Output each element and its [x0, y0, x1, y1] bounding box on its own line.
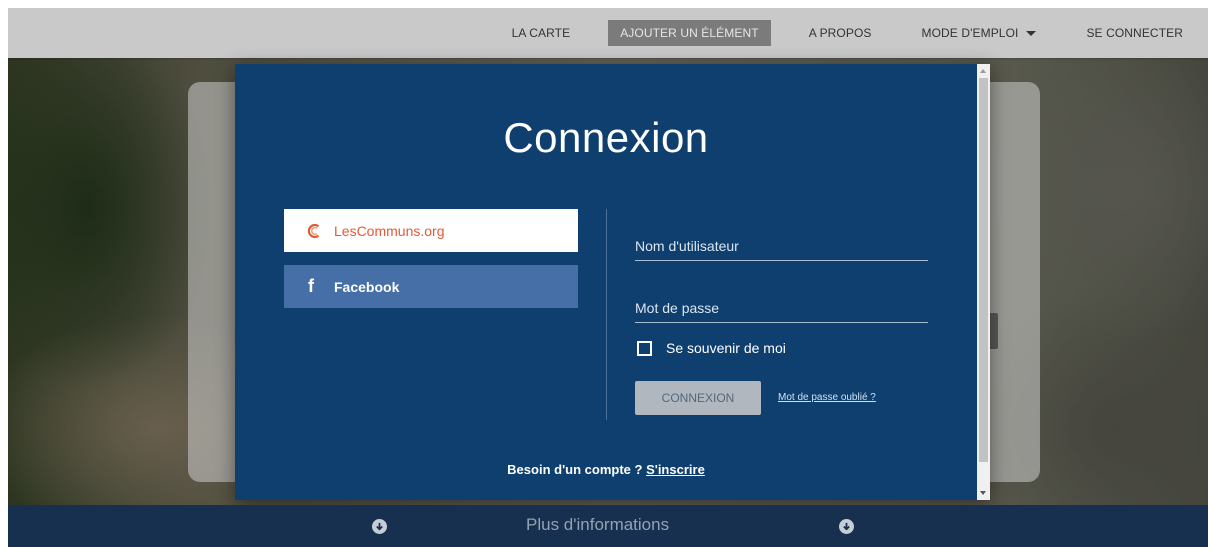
nav-item-a-propos[interactable]: A PROPOS: [797, 20, 884, 46]
arrow-down-circle-icon[interactable]: [839, 519, 854, 534]
top-navigation: LA CARTE AJOUTER UN ÉLÉMENT A PROPOS MOD…: [8, 8, 1208, 58]
nav-item-la-carte[interactable]: LA CARTE: [500, 20, 583, 46]
remember-me-checkbox[interactable]: [637, 340, 652, 356]
lescommuns-logo-icon: [307, 223, 320, 238]
arrow-down-circle-icon[interactable]: [372, 519, 387, 534]
scroll-down-arrow-icon[interactable]: [980, 491, 986, 495]
connexion-submit-button[interactable]: CONNEXION: [635, 381, 761, 415]
username-field-wrapper: [635, 232, 928, 261]
nav-label: SE CONNECTER: [1086, 26, 1183, 40]
signup-link[interactable]: S'inscrire: [646, 462, 705, 477]
password-field-wrapper: [635, 294, 928, 323]
more-info-label: Plus d'informations: [526, 515, 670, 534]
facebook-login-button[interactable]: f Facebook: [284, 265, 578, 308]
facebook-icon: f: [308, 276, 314, 296]
vertical-divider: [606, 209, 607, 420]
login-modal: Connexion LesCommuns.org f Facebook Se s…: [235, 64, 990, 500]
lescommuns-login-button[interactable]: LesCommuns.org: [284, 209, 578, 252]
nav-item-mode-d-emploi[interactable]: MODE D'EMPLOI: [910, 20, 1049, 46]
scrollbar-thumb[interactable]: [979, 78, 988, 462]
nav-item-ajouter-un-element[interactable]: AJOUTER UN ÉLÉMENT: [608, 20, 771, 46]
nav-label: AJOUTER UN ÉLÉMENT: [620, 26, 759, 40]
facebook-label: Facebook: [334, 278, 400, 295]
nav-label: MODE D'EMPLOI: [921, 26, 1019, 40]
caret-down-icon: [1026, 30, 1037, 36]
password-input[interactable]: [635, 294, 928, 322]
nav-label: A PROPOS: [808, 26, 872, 40]
username-input[interactable]: [635, 232, 928, 260]
forgot-password-link[interactable]: Mot de passe oublié ?: [778, 392, 876, 403]
remember-me-label: Se souvenir de moi: [666, 340, 786, 356]
nav-item-se-connecter[interactable]: SE CONNECTER: [1074, 20, 1195, 46]
remember-me[interactable]: Se souvenir de moi: [637, 340, 786, 356]
more-info-bar[interactable]: Plus d'informations: [8, 505, 1208, 547]
modal-title: Connexion: [503, 114, 709, 161]
nav-label: LA CARTE: [511, 26, 571, 40]
signup-prompt: Besoin d'un compte ? S'inscrire: [235, 462, 977, 477]
signup-prompt-text: Besoin d'un compte ?: [507, 462, 643, 477]
scroll-up-arrow-icon[interactable]: [980, 69, 986, 73]
page: LA CARTE AJOUTER UN ÉLÉMENT A PROPOS MOD…: [8, 8, 1208, 547]
modal-scrollbar[interactable]: [977, 64, 990, 500]
lescommuns-label: LesCommuns.org: [334, 222, 445, 239]
